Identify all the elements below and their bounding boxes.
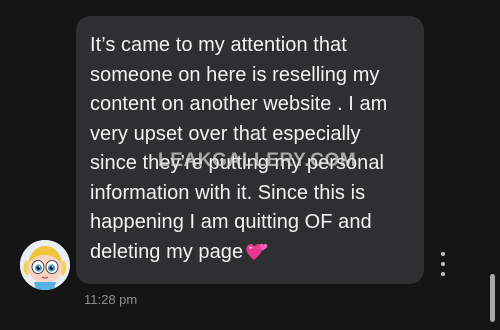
revolving-hearts-emoji	[245, 240, 269, 272]
message-line: someone on here is reselling my	[90, 63, 380, 86]
message-bubble[interactable]: It’s came to my attention that someone o…	[76, 16, 424, 284]
scrollbar[interactable]	[490, 274, 495, 322]
dot	[441, 272, 445, 276]
message-text: It’s came to my attention that someone o…	[90, 31, 410, 271]
avatar[interactable]	[20, 240, 70, 290]
message-timestamp: 11:28 pm	[84, 292, 138, 307]
message-line: content on another website . I am	[90, 93, 388, 115]
dot	[441, 262, 445, 266]
message-line: very upset over that especially	[90, 122, 361, 145]
message-line: It’s came to my attention that	[90, 34, 347, 56]
chat-screen: It’s came to my attention that someone o…	[0, 0, 500, 330]
cartoon-girl-avatar-icon	[20, 240, 70, 290]
message-line-last: deleting my page	[90, 238, 410, 272]
message-line-text: deleting my page	[90, 240, 244, 263]
message-line: information with it. Since this is	[90, 181, 366, 204]
more-vertical-icon[interactable]	[436, 252, 450, 276]
message-line: happening I am quitting OF and	[90, 211, 372, 233]
dot	[441, 252, 445, 256]
message-line: since they’re putting my personal	[90, 152, 385, 174]
